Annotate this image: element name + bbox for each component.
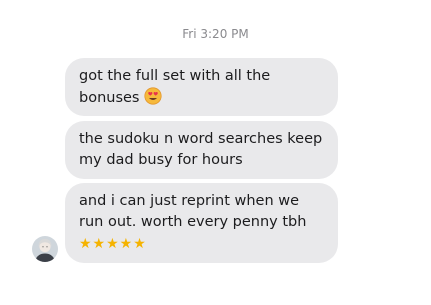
message-bubble[interactable]: got the full set with all the bonuses [65, 58, 338, 116]
sender-avatar-icon[interactable] [32, 236, 58, 262]
star-rating: ★★★★★ [79, 236, 147, 252]
message-text: got the full set with all the bonuses [79, 68, 271, 106]
message-timestamp: Fri 3:20 PM [182, 27, 249, 41]
message-text: and i can just reprint when we run out. … [79, 193, 307, 230]
message-text: the sudoku n word searches keep my dad b… [79, 131, 323, 168]
message-bubble[interactable]: and i can just reprint when we run out. … [65, 183, 338, 263]
heart-eyes-emoji-icon [144, 87, 162, 105]
message-bubble[interactable]: the sudoku n word searches keep my dad b… [65, 121, 338, 179]
